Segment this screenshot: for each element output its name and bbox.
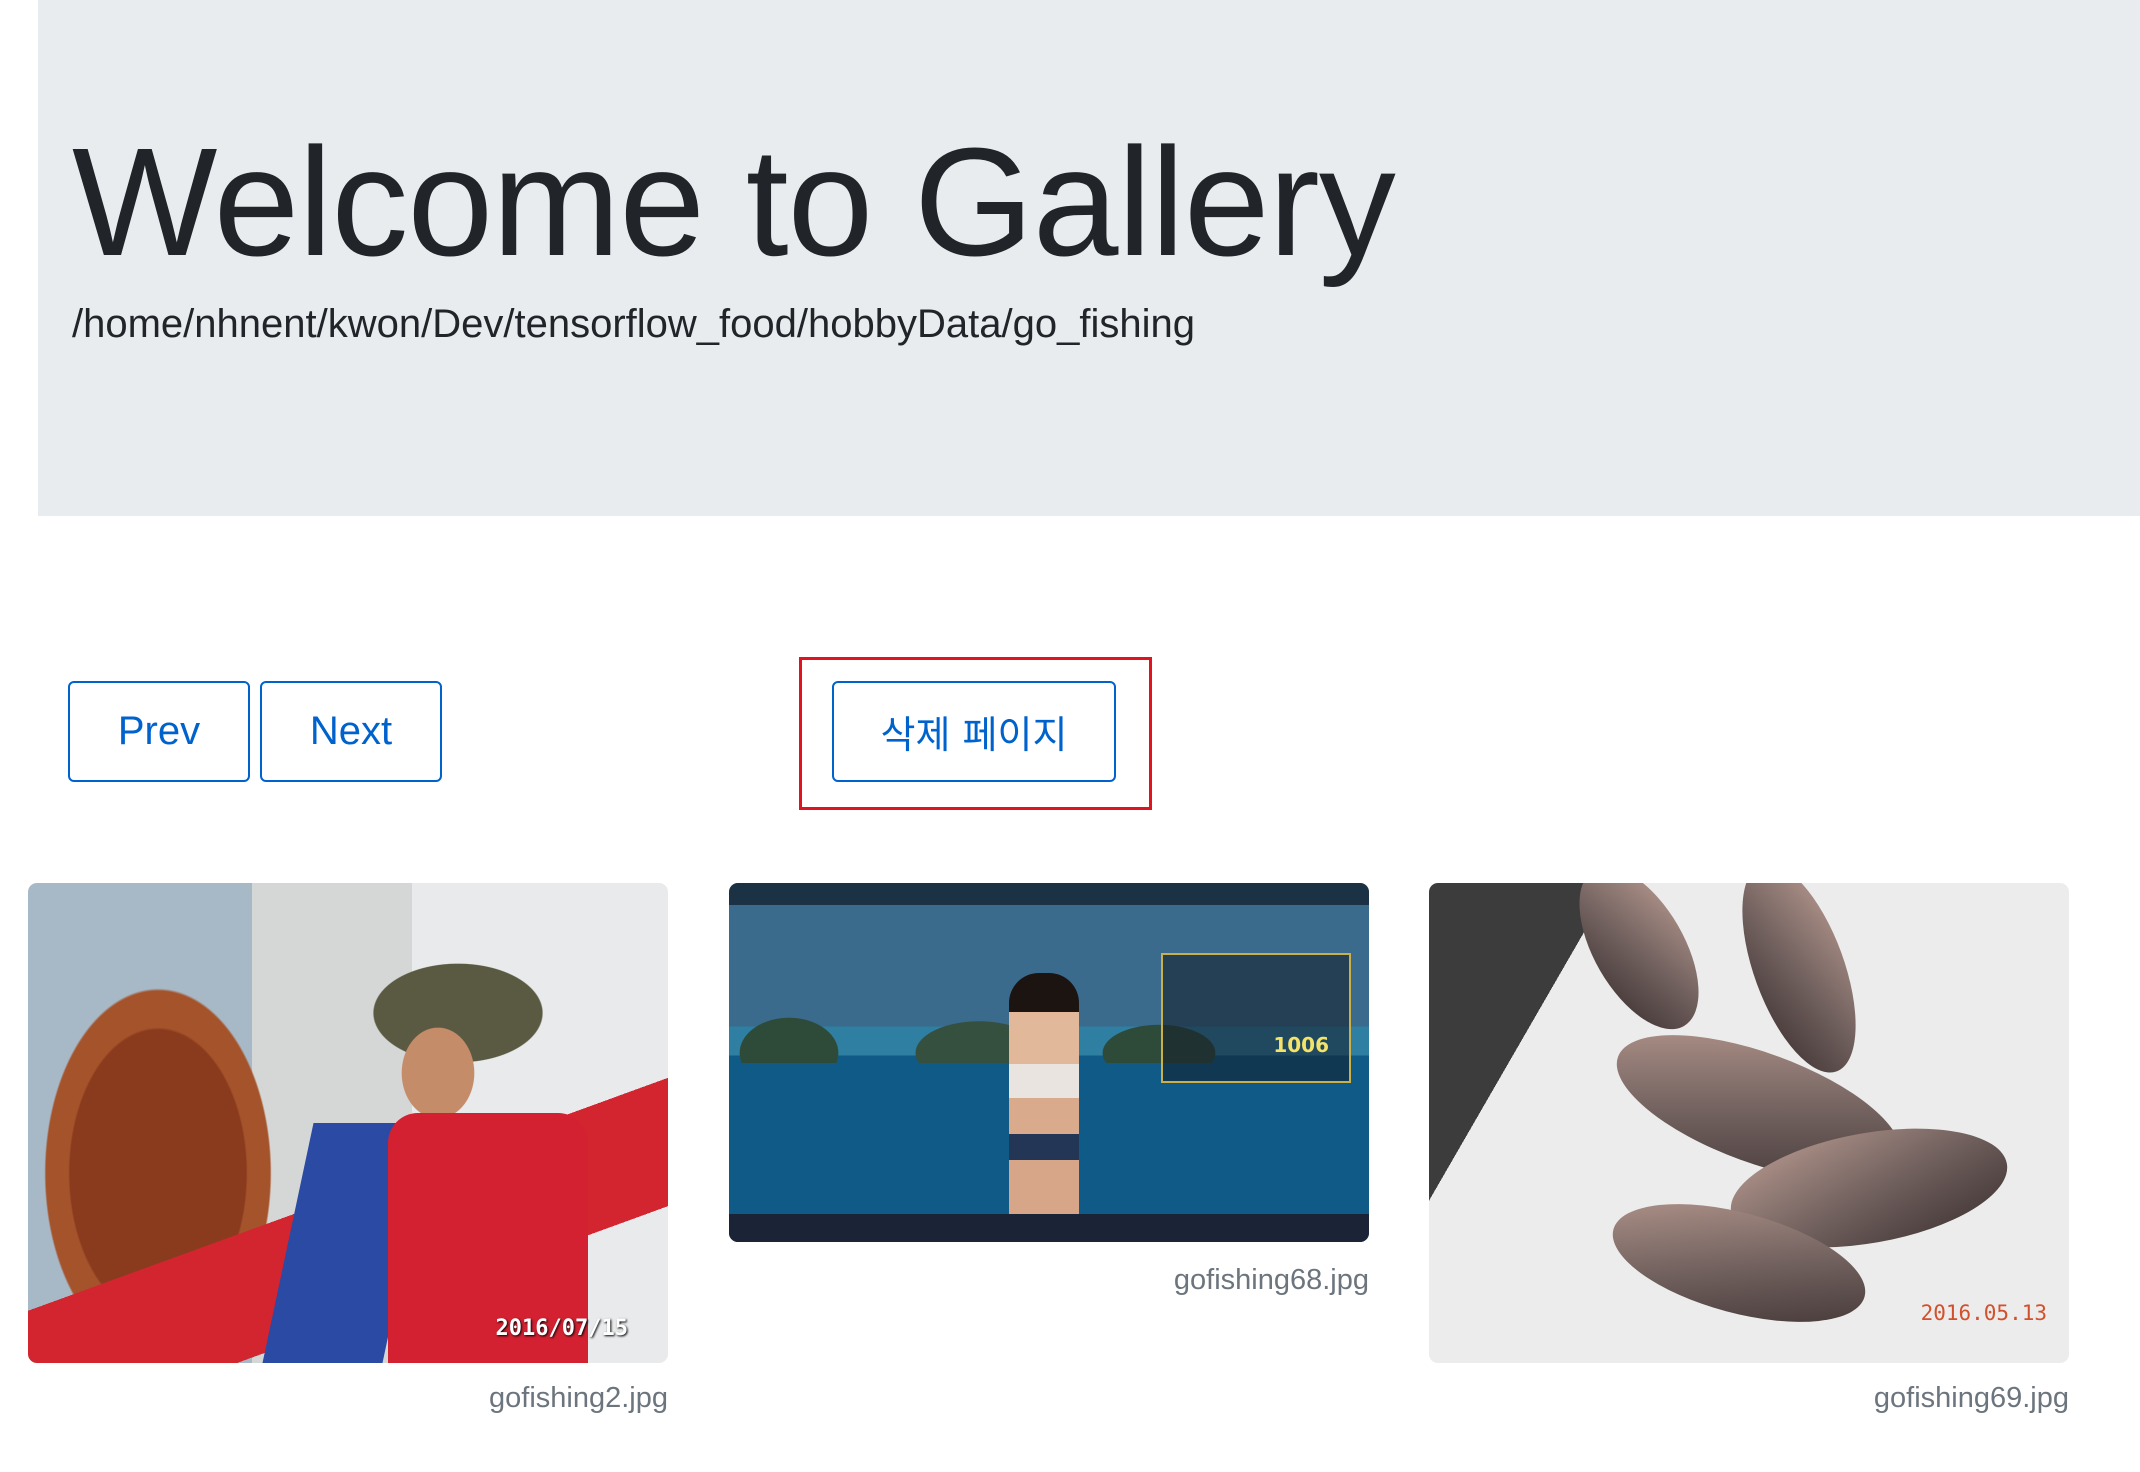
image-caption: gofishing68.jpg bbox=[1173, 1264, 1369, 1296]
image-caption: gofishing69.jpg bbox=[1873, 1382, 2069, 1414]
jumbotron-header: Welcome to Gallery /home/nhnent/kwon/Dev… bbox=[38, 0, 2140, 516]
game-top-bar bbox=[729, 883, 1369, 905]
photo-date-stamp: 2016/07/15 bbox=[495, 1316, 628, 1341]
directory-path: /home/nhnent/kwon/Dev/tensorflow_food/ho… bbox=[72, 302, 1195, 346]
game-character bbox=[1009, 973, 1079, 1233]
game-hud-panel bbox=[1161, 953, 1351, 1083]
game-bottom-bar bbox=[729, 1214, 1369, 1242]
gallery-image-2[interactable]: 1006 bbox=[729, 883, 1369, 1242]
photo-detail bbox=[1555, 883, 1723, 1049]
game-score: 1006 bbox=[1273, 1033, 1329, 1057]
photo-date-stamp: 2016.05.13 bbox=[1920, 1301, 2047, 1325]
page-title: Welcome to Gallery bbox=[72, 116, 1396, 288]
gallery-image-3[interactable]: 2016.05.13 bbox=[1429, 883, 2069, 1363]
delete-page-button[interactable]: 삭제 페이지 bbox=[832, 681, 1116, 782]
next-button[interactable]: Next bbox=[260, 681, 442, 782]
gallery-image-1[interactable]: 2016/07/15 bbox=[28, 883, 668, 1363]
prev-button[interactable]: Prev bbox=[68, 681, 250, 782]
image-caption: gofishing2.jpg bbox=[489, 1382, 668, 1414]
